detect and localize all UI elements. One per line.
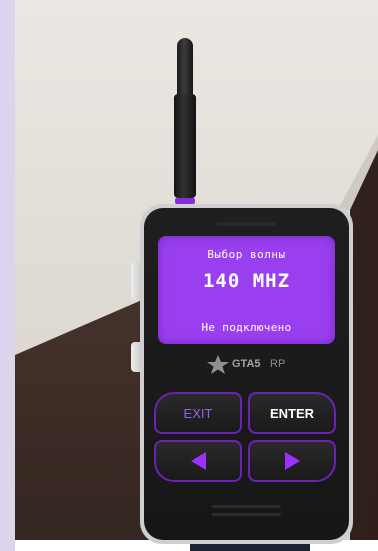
antenna-body [174, 94, 196, 198]
right-arrow-icon [284, 452, 300, 470]
speaker-grille-line [212, 513, 281, 516]
radio-screen: Выбор волны 140 MHZ Не подключено [158, 236, 335, 344]
frequency-display: 140 MHZ [202, 270, 291, 292]
radio-body: Выбор волны 140 MHZ Не подключено GTA5 R… [144, 208, 349, 540]
enter-button-label: ENTER [269, 405, 315, 421]
screen-title: Выбор волны [207, 248, 286, 261]
next-channel-button[interactable] [248, 440, 336, 482]
enter-button[interactable]: ENTER [248, 392, 336, 434]
previous-channel-button[interactable] [154, 440, 242, 482]
exit-button[interactable]: EXIT [154, 392, 242, 434]
left-arrow-icon [190, 452, 206, 470]
radio-keypad: EXIT ENTER [154, 392, 339, 487]
radio-antenna [174, 38, 196, 208]
connection-status: Не подключено [201, 321, 292, 334]
top-speaker-slot [216, 222, 276, 226]
speaker-grille-line [212, 505, 281, 508]
brand-logo: GTA5 RP [206, 354, 296, 374]
logo-brand-text: GTA5 [232, 358, 261, 370]
walkie-talkie: Выбор волны 140 MHZ Не подключено GTA5 R… [140, 204, 353, 544]
left-frame-strip [0, 0, 15, 551]
antenna-tip [177, 38, 193, 98]
star-icon [207, 355, 229, 374]
exit-button-label: EXIT [183, 405, 213, 421]
logo-suffix-text: RP [270, 358, 286, 370]
